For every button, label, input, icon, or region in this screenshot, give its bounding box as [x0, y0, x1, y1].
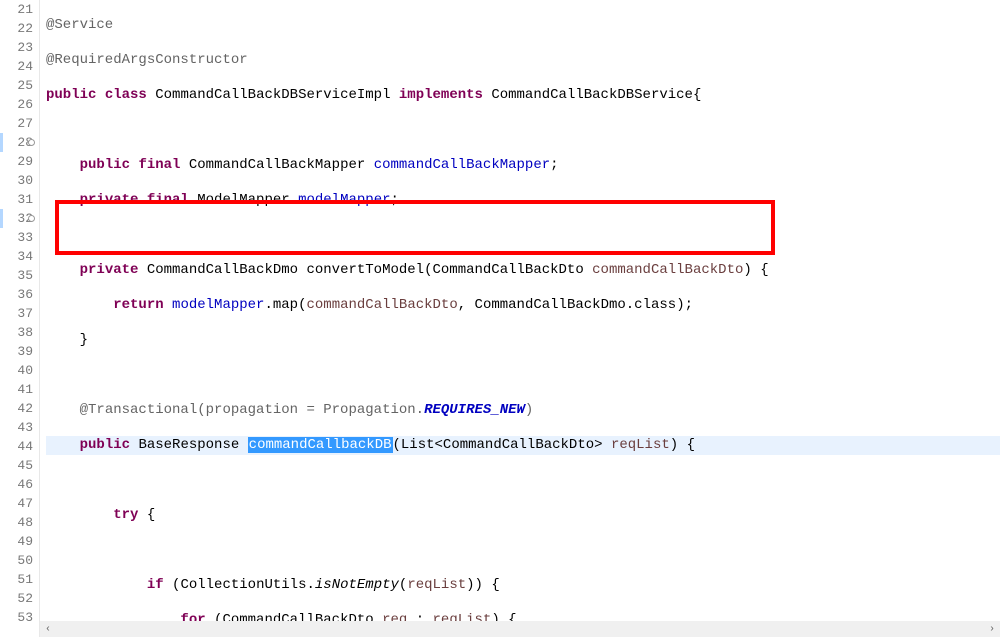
code-line[interactable]: public final CommandCallBackMapper comma… — [46, 156, 1000, 175]
line-number: 44 — [0, 437, 33, 456]
code-line[interactable] — [46, 121, 1000, 140]
line-number: 35 — [0, 266, 33, 285]
code-area[interactable]: @Service @RequiredArgsConstructor public… — [40, 0, 1000, 637]
line-number: 34 — [0, 247, 33, 266]
fold-toggle-icon[interactable] — [28, 139, 35, 146]
code-line[interactable]: try { — [46, 506, 1000, 525]
line-number: 24 — [0, 57, 33, 76]
line-number: 22 — [0, 19, 33, 38]
horizontal-scrollbar[interactable]: ‹ › — [40, 621, 1000, 637]
line-number: 51 — [0, 570, 33, 589]
line-number: 50 — [0, 551, 33, 570]
line-number: 43 — [0, 418, 33, 437]
line-number: 45 — [0, 456, 33, 475]
scrollbar-track[interactable] — [56, 621, 984, 637]
selected-text[interactable]: commandCallbackDB — [248, 437, 393, 453]
code-line[interactable] — [46, 226, 1000, 245]
line-number: 48 — [0, 513, 33, 532]
code-editor[interactable]: 21 22 23 24 25 26 27 28 29 30 31 32 33 3… — [0, 0, 1000, 637]
line-number: 47 — [0, 494, 33, 513]
line-number: 37 — [0, 304, 33, 323]
code-line[interactable]: @RequiredArgsConstructor — [46, 51, 1000, 70]
code-line[interactable]: public class CommandCallBackDBServiceImp… — [46, 86, 1000, 105]
line-number: 31 — [0, 190, 33, 209]
code-line[interactable]: public BaseResponse commandCallbackDB(Li… — [46, 436, 1000, 455]
code-line[interactable]: if (CollectionUtils.isNotEmpty(reqList))… — [46, 576, 1000, 595]
line-number: 41 — [0, 380, 33, 399]
line-number: 46 — [0, 475, 33, 494]
code-line[interactable]: } — [46, 331, 1000, 350]
fold-toggle-icon[interactable] — [28, 215, 35, 222]
line-number: 42 — [0, 399, 33, 418]
code-line[interactable]: private final ModelMapper modelMapper; — [46, 191, 1000, 210]
scroll-right-icon[interactable]: › — [984, 621, 1000, 637]
line-number: 40 — [0, 361, 33, 380]
line-number: 33 — [0, 228, 33, 247]
code-line[interactable]: @Service — [46, 16, 1000, 35]
line-number: 29 — [0, 152, 33, 171]
line-number: 23 — [0, 38, 33, 57]
line-number: 27 — [0, 114, 33, 133]
line-number: 26 — [0, 95, 33, 114]
line-number-gutter: 21 22 23 24 25 26 27 28 29 30 31 32 33 3… — [0, 0, 40, 637]
line-number: 53 — [0, 608, 33, 627]
line-number: 49 — [0, 532, 33, 551]
code-line[interactable] — [46, 541, 1000, 560]
change-marker-icon — [0, 133, 3, 152]
code-line[interactable] — [46, 471, 1000, 490]
line-number: 39 — [0, 342, 33, 361]
code-line[interactable]: return modelMapper.map(commandCallBackDt… — [46, 296, 1000, 315]
line-number: 52 — [0, 589, 33, 608]
line-number: 21 — [0, 0, 33, 19]
scroll-left-icon[interactable]: ‹ — [40, 621, 56, 637]
line-number: 30 — [0, 171, 33, 190]
line-number: 32 — [0, 209, 33, 228]
line-number: 28 — [0, 133, 33, 152]
line-number: 36 — [0, 285, 33, 304]
line-number: 25 — [0, 76, 33, 95]
code-line[interactable] — [46, 366, 1000, 385]
change-marker-icon — [0, 209, 3, 228]
code-line[interactable]: @Transactional(propagation = Propagation… — [46, 401, 1000, 420]
code-line[interactable]: private CommandCallBackDmo convertToMode… — [46, 261, 1000, 280]
line-number: 38 — [0, 323, 33, 342]
